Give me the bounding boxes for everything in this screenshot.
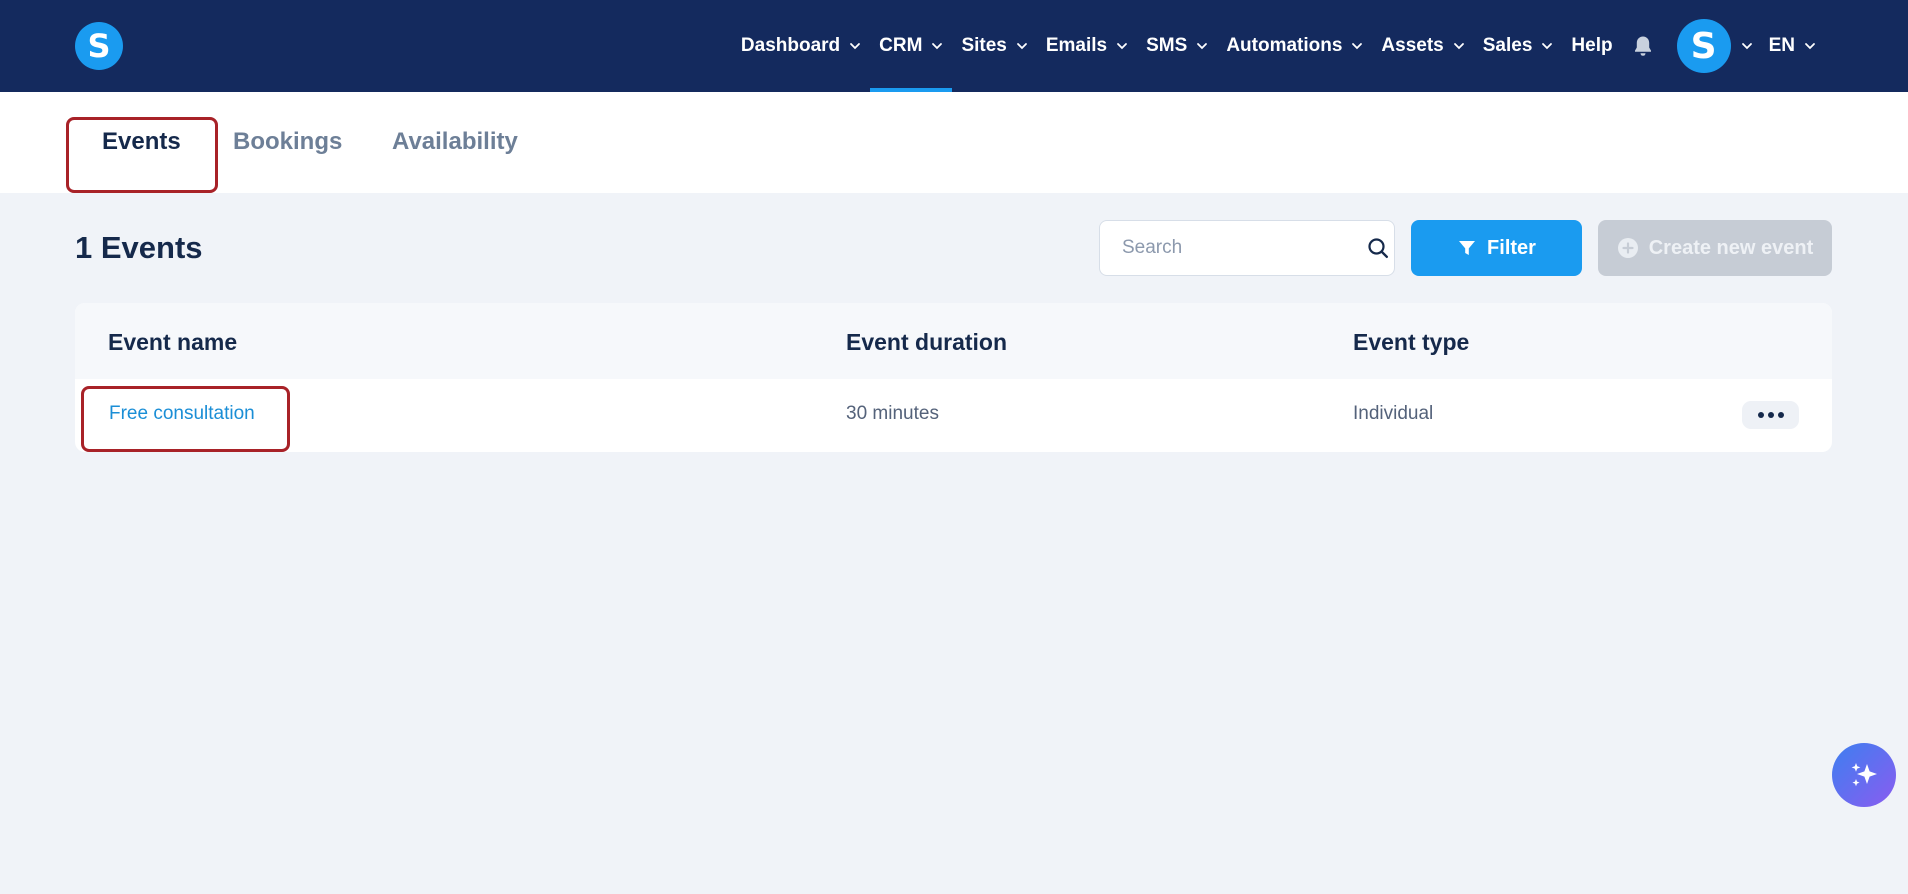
top-navigation-bar: S Dashboard CRM Sites Emails SMS Automat… bbox=[0, 0, 1908, 92]
page-title: 1 Events bbox=[75, 230, 203, 265]
nav-item-label: Dashboard bbox=[740, 35, 841, 56]
nav-item-dashboard[interactable]: Dashboard bbox=[732, 0, 870, 92]
logo-letter: S bbox=[87, 27, 111, 65]
nav-item-label: Emails bbox=[1045, 35, 1108, 56]
filter-button-label: Filter bbox=[1487, 236, 1536, 259]
main-menu: Dashboard CRM Sites Emails SMS Automatio… bbox=[732, 0, 1816, 92]
event-duration-cell: 30 minutes bbox=[846, 403, 939, 424]
ai-sparkle-icon[interactable] bbox=[1832, 743, 1896, 807]
nav-item-label: Sites bbox=[961, 35, 1007, 56]
nav-item-assets[interactable]: Assets bbox=[1372, 0, 1473, 92]
tab-events[interactable]: Events bbox=[102, 128, 181, 156]
logo-icon[interactable]: S bbox=[75, 22, 123, 70]
nav-item-label: Assets bbox=[1381, 35, 1444, 56]
search-input[interactable] bbox=[1122, 237, 1367, 259]
nav-item-sms[interactable]: SMS bbox=[1137, 0, 1217, 92]
table-header: Event name Event duration Event type bbox=[75, 303, 1832, 379]
nav-item-label: Sales bbox=[1482, 35, 1533, 56]
column-header-event-duration: Event duration bbox=[846, 329, 1008, 355]
events-table: Event name Event duration Event type Fre… bbox=[75, 303, 1832, 452]
event-type-cell: Individual bbox=[1353, 403, 1434, 424]
tab-bookings[interactable]: Bookings bbox=[233, 128, 342, 156]
nav-item-automations[interactable]: Automations bbox=[1217, 0, 1372, 92]
column-header-event-type: Event type bbox=[1353, 329, 1470, 355]
filter-button[interactable]: Filter bbox=[1411, 220, 1582, 276]
avatar-letter: S bbox=[1690, 25, 1717, 67]
nav-item-crm[interactable]: CRM bbox=[870, 0, 953, 92]
nav-item-sales[interactable]: Sales bbox=[1474, 0, 1563, 92]
sub-tab-bar: Events Bookings Availability bbox=[0, 92, 1908, 193]
chevron-down-icon bbox=[1016, 40, 1028, 52]
search-box[interactable] bbox=[1099, 220, 1395, 276]
chevron-down-icon bbox=[1116, 40, 1128, 52]
nav-item-emails[interactable]: Emails bbox=[1037, 0, 1137, 92]
chevron-down-icon bbox=[1804, 40, 1816, 52]
chevron-down-icon[interactable] bbox=[1741, 40, 1753, 52]
nav-item-label: Help bbox=[1571, 35, 1613, 56]
tab-availability[interactable]: Availability bbox=[392, 128, 518, 156]
search-icon[interactable] bbox=[1367, 237, 1389, 259]
chevron-down-icon bbox=[849, 40, 861, 52]
nav-item-help[interactable]: Help bbox=[1562, 0, 1621, 92]
language-label: EN bbox=[1768, 35, 1795, 56]
create-new-event-button[interactable]: Create new event bbox=[1598, 220, 1832, 276]
more-options-icon[interactable] bbox=[1742, 401, 1799, 429]
nav-item-label: SMS bbox=[1146, 35, 1188, 56]
create-button-label: Create new event bbox=[1648, 236, 1814, 259]
nav-item-label: Automations bbox=[1226, 35, 1343, 56]
chevron-down-icon bbox=[1453, 40, 1465, 52]
chevron-down-icon bbox=[1196, 40, 1208, 52]
chevron-down-icon bbox=[1351, 40, 1363, 52]
event-name-link[interactable]: Free consultation bbox=[109, 403, 255, 425]
plus-circle-icon bbox=[1617, 237, 1639, 259]
filter-icon bbox=[1457, 238, 1477, 258]
language-selector[interactable]: EN bbox=[1769, 35, 1816, 57]
nav-item-sites[interactable]: Sites bbox=[952, 0, 1036, 92]
nav-item-label: CRM bbox=[879, 35, 923, 56]
bell-icon[interactable] bbox=[1631, 34, 1655, 58]
dot bbox=[1767, 412, 1774, 418]
chevron-down-icon bbox=[931, 40, 943, 52]
dot bbox=[1757, 412, 1764, 418]
chevron-down-icon bbox=[1541, 40, 1553, 52]
dot bbox=[1777, 412, 1784, 418]
table-row: Free consultation 30 minutes Individual bbox=[75, 379, 1832, 452]
column-header-event-name: Event name bbox=[108, 329, 238, 355]
avatar[interactable]: S bbox=[1676, 19, 1731, 73]
